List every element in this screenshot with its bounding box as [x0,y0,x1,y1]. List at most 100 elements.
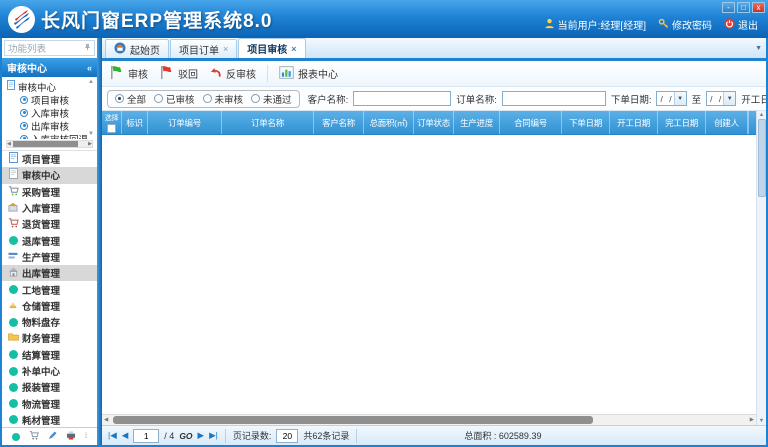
tree-item-入库审核[interactable]: 入库审核 [7,106,87,119]
collapse-panel-icon[interactable]: « [87,63,92,73]
dock-pen-icon[interactable] [48,431,57,443]
change-password-button[interactable]: 修改密码 [658,17,712,32]
panel-header[interactable]: 审核中心 « [2,58,97,77]
close-button[interactable]: x [752,2,765,13]
nav-tree: 审核中心 项目审核入库审核出库审核入库审核回退 ▲▼ [2,77,97,139]
column-header-完工日期[interactable]: 完工日期 [658,111,706,134]
scroll-left-icon[interactable]: ◀ [7,140,11,148]
sidebar-item-采购管理[interactable]: 采购管理 [2,184,97,200]
sidebar-item-耗材管理[interactable]: 耗材管理 [2,412,97,427]
column-header-label: 选择 [105,113,118,123]
sidebar-item-结算管理[interactable]: 结算管理 [2,347,97,363]
order-date-end-picker[interactable]: / / ▼ [706,91,736,106]
scroll-down-icon[interactable]: ▼ [759,418,764,424]
sidebar-item-label: 耗材管理 [22,413,60,427]
tab-起始页[interactable]: 起始页 [105,39,169,58]
sidebar-item-项目管理[interactable]: 项目管理 [2,151,97,167]
toolbar-button-反审核[interactable]: 反审核 [209,66,256,81]
minimize-button[interactable]: - [722,2,735,13]
first-page-button[interactable]: |◀ [108,430,117,441]
sidebar-item-退库管理[interactable]: 退库管理 [2,232,97,248]
toolbar-button-驳回[interactable]: 驳回 [159,65,198,83]
scroll-right-icon[interactable]: ▶ [88,140,92,148]
radio-已审核[interactable]: 已审核 [154,92,195,106]
sidebar-item-物流管理[interactable]: 物流管理 [2,395,97,411]
select-all-checkbox[interactable] [107,124,116,133]
column-header-订单名称[interactable]: 订单名称 [222,111,314,134]
next-page-button[interactable]: ▶ [198,430,205,441]
go-button[interactable]: GO [179,431,192,441]
tree-scroll-arrows[interactable]: ▲▼ [88,79,95,139]
toolbar-button-label: 反审核 [226,66,256,81]
customer-name-input[interactable] [353,91,451,106]
dropdown-icon[interactable]: ▼ [723,92,735,105]
sidebar-item-工地管理[interactable]: 工地管理 [2,281,97,297]
grid-vscroll-thumb[interactable] [758,119,766,197]
sidebar-item-仓储管理[interactable]: 仓储管理 [2,298,97,314]
house-icon [8,267,19,280]
radio-未通过[interactable]: 未通过 [251,92,292,106]
sidebar-item-退货管理[interactable]: 退货管理 [2,216,97,232]
sidebar-item-生产管理[interactable]: 生产管理 [2,249,97,265]
tab-项目订单[interactable]: 项目订单× [170,39,237,58]
tab-overflow-icon[interactable]: ▼ [755,45,762,52]
tree-item-入库审核回退[interactable]: 入库审核回退 [7,132,87,139]
sidebar-item-报装管理[interactable]: 报装管理 [2,379,97,395]
scroll-up-icon[interactable]: ▲ [759,112,764,118]
column-header-创建人[interactable]: 创建人 [706,111,748,134]
toolbar-button-报表中心[interactable]: 报表中心 [279,66,338,82]
sidebar-item-物料盘存[interactable]: 物料盘存 [2,314,97,330]
column-header-订单编号[interactable]: 订单编号 [148,111,222,134]
function-list-box[interactable]: 功能列表 [4,40,95,56]
radio-未审核[interactable]: 未审核 [203,92,244,106]
grid-horizontal-scrollbar[interactable]: ◀ ▶ [102,414,756,425]
column-header-下单日期[interactable]: 下单日期 [562,111,610,134]
tree-scroll-thumb[interactable] [13,141,78,147]
scroll-right-icon[interactable]: ▶ [750,417,754,423]
sidebar: 功能列表 审核中心 « 审核中心 项目审核入库审核出库审核入库审核回退 ▲▼ ◀… [2,38,97,445]
tab-close-icon[interactable]: × [291,44,296,54]
order-date-picker[interactable]: / / ▼ [656,91,686,106]
column-header-合同编号[interactable]: 合同编号 [500,111,562,134]
dock-cart-icon[interactable] [29,430,39,443]
tree-root[interactable]: 审核中心 [7,80,87,93]
last-page-button[interactable]: ▶| [209,430,218,441]
grid-vertical-scrollbar[interactable]: ▲ ▼ [756,111,766,425]
tree-horizontal-scrollbar[interactable]: ◀ ▶ [6,140,93,148]
grid-hscroll-thumb[interactable] [113,416,593,424]
grid-body [102,135,756,414]
column-header-开工日期[interactable]: 开工日期 [610,111,658,134]
tab-close-icon[interactable]: × [223,44,228,54]
sidebar-item-审核中心[interactable]: 审核中心 [2,167,97,183]
current-user[interactable]: 当前用户:经理[经理] [544,17,646,32]
sidebar-item-补单中心[interactable]: 补单中心 [2,363,97,379]
maximize-button[interactable]: □ [737,2,750,13]
column-header-订单状态[interactable]: 订单状态 [414,111,454,134]
tab-项目审核[interactable]: 项目审核× [238,38,305,58]
scroll-left-icon[interactable]: ◀ [104,417,108,423]
dock-printer-icon[interactable] [66,431,76,443]
sidebar-item-财务管理[interactable]: 财务管理 [2,330,97,346]
dock-overflow-icon[interactable]: ⁞ [85,433,87,440]
column-header-生产进度[interactable]: 生产进度 [454,111,500,134]
logout-button[interactable]: 退出 [724,17,758,32]
sidebar-item-入库管理[interactable]: 入库管理 [2,200,97,216]
tree-item-项目审核[interactable]: 项目审核 [7,93,87,106]
column-header-客户名称[interactable]: 客户名称 [314,111,364,134]
flag-green-icon [109,65,124,83]
page-size-input[interactable] [276,429,298,443]
sidebar-item-出库管理[interactable]: 出库管理 [2,265,97,281]
column-header-总面积(㎡)[interactable]: 总面积(㎡) [364,111,414,134]
tree-item-出库审核[interactable]: 出库审核 [7,119,87,132]
radio-全部[interactable]: 全部 [115,92,146,106]
dropdown-icon[interactable]: ▼ [674,92,686,105]
dock-dot-icon[interactable] [12,433,20,441]
sidebar-item-label: 财务管理 [22,331,60,345]
pin-icon[interactable] [84,43,91,54]
column-header-标识[interactable]: 标识 [122,111,148,134]
order-name-input[interactable] [502,91,606,106]
prev-page-button[interactable]: ◀ [122,430,129,441]
page-number-input[interactable] [133,429,159,443]
toolbar-button-审核[interactable]: 审核 [109,65,148,83]
column-header-选择[interactable]: 选择 [102,111,122,134]
